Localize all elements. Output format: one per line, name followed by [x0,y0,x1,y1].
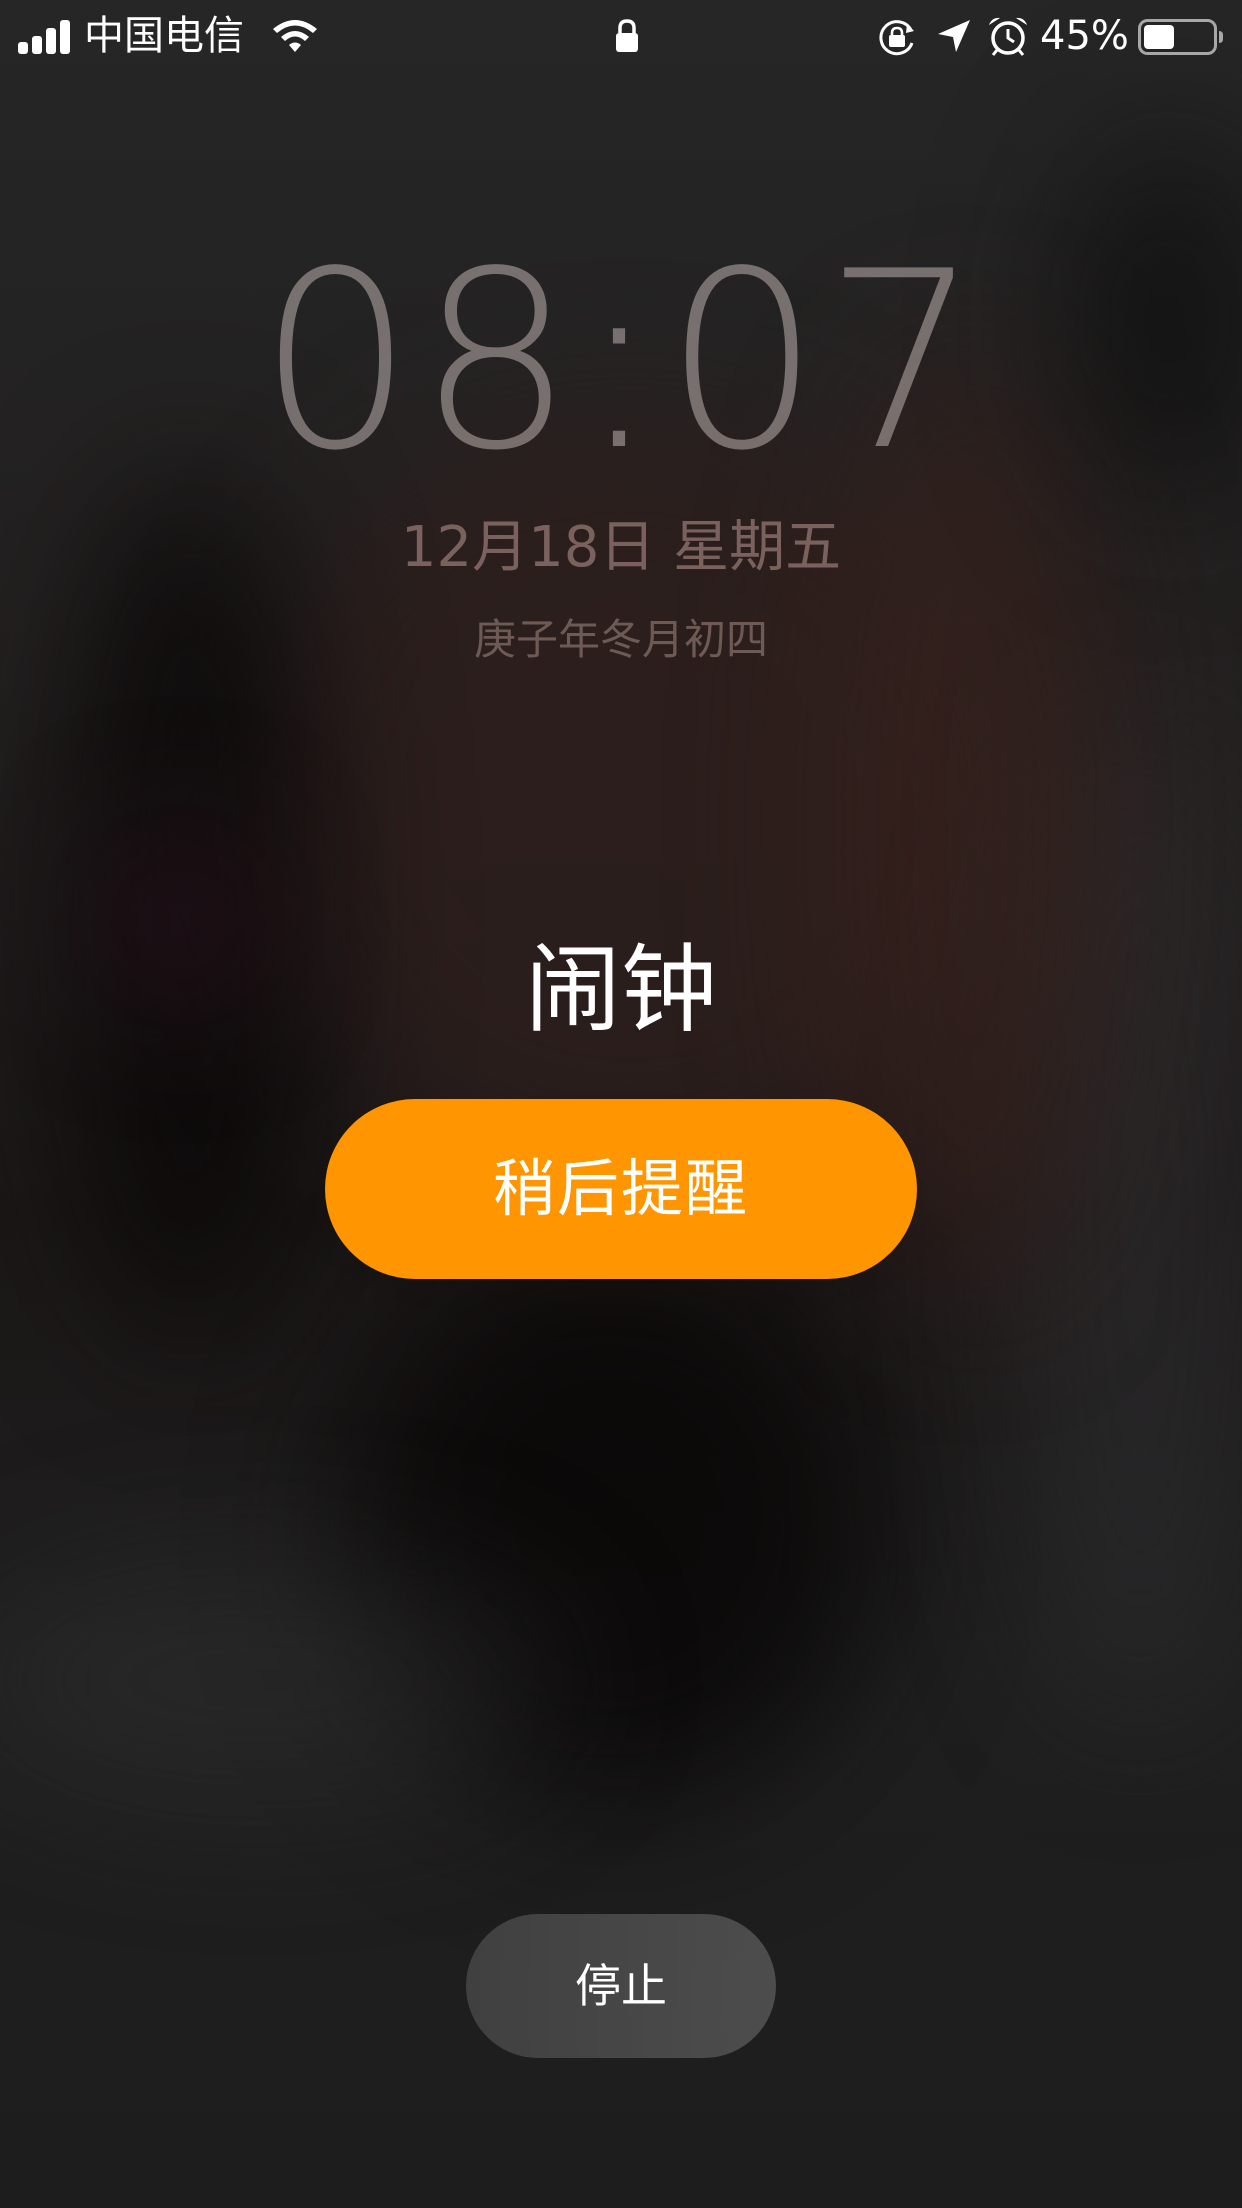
lock-screen: 中国电信 45% 08:07 12月18日 星期五 庚子年冬月初四 闹钟 稍后提… [0,0,1242,2208]
battery-icon [1138,19,1223,55]
lock-screen-date: 12月18日 星期五 [400,515,842,580]
wifi-icon [273,20,317,52]
snooze-button[interactable]: 稍后提醒 [325,1099,917,1279]
battery-percentage: 45% [1040,13,1129,59]
location-icon [938,20,970,52]
signal-icon [18,16,72,54]
status-bar: 中国电信 45% [0,0,1242,72]
alarm-title: 闹钟 [525,934,717,1046]
alarm-icon [989,17,1027,56]
rotation-lock-icon [879,20,914,56]
lock-icon [616,19,638,52]
stop-button[interactable]: 停止 [466,1914,776,2058]
lock-screen-time: 08:07 [257,219,985,504]
lunar-date: 庚子年冬月初四 [473,615,768,664]
carrier-name: 中国电信 [84,13,244,59]
